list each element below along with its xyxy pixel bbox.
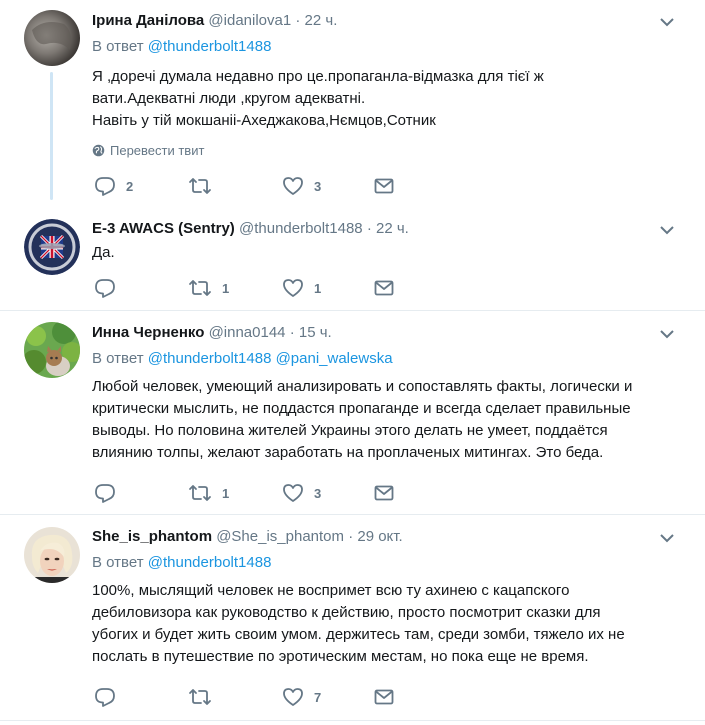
tweet-header: She_is_phantom @She_is_phantom · 29 окт.: [92, 528, 403, 545]
display-name[interactable]: Инна Черненко: [92, 324, 204, 341]
user-handle[interactable]: @She_is_phantom: [216, 528, 344, 545]
user-handle[interactable]: @idanilova1: [208, 12, 291, 29]
tweet-divider: [0, 310, 705, 311]
mention-link[interactable]: @pani_walewska: [276, 350, 393, 367]
tweet-divider: [0, 514, 705, 515]
tweet-text-line: критически мыслить, не поддастся пропага…: [92, 400, 631, 417]
tweet-header: Ірина Данілова @idanilova1 · 22 ч.: [92, 12, 337, 29]
reply-button[interactable]: [94, 483, 126, 503]
reply-prefix: В ответ: [92, 350, 144, 367]
avatar-inna[interactable]: [24, 322, 80, 378]
display-name[interactable]: She_is_phantom: [92, 528, 212, 545]
envelope-icon: [374, 178, 394, 194]
reply-button[interactable]: 2: [94, 176, 133, 196]
tweet-time[interactable]: · 22 ч.: [295, 12, 337, 29]
tweet-time[interactable]: · 29 окт.: [348, 528, 402, 545]
mention-link[interactable]: @thunderbolt1488: [148, 554, 272, 571]
like-button[interactable]: 3: [282, 176, 321, 196]
user-handle[interactable]: @inna0144: [209, 324, 286, 341]
tweet-text-line: послать в путешествие по эротическим мес…: [92, 648, 589, 665]
tweet-text-line: Любой человек, умеющий анализировать и с…: [92, 378, 633, 395]
tweet-header: E-3 AWACS (Sentry) @thunderbolt1488 · 22…: [92, 220, 409, 237]
like-count: 7: [314, 689, 322, 705]
reply-prefix: В ответ: [92, 554, 144, 571]
reply-icon: [95, 484, 115, 503]
retweet-icon: [189, 280, 211, 296]
tweet-text: Да.: [92, 242, 692, 264]
retweet-icon: [189, 689, 211, 705]
reply-icon: [95, 688, 115, 707]
tweet-text-line: Навіть у тій мокшаніі-Ахеджакова,Нємцов,…: [92, 112, 436, 129]
translate-label: Перевести твит: [110, 143, 205, 158]
chevron-down-icon[interactable]: [659, 16, 675, 28]
reply-context: В ответ @thunderbolt1488: [92, 554, 271, 571]
direct-message-button[interactable]: [374, 689, 394, 705]
tweet-time[interactable]: · 15 ч.: [290, 324, 332, 341]
display-name[interactable]: Ірина Данілова: [92, 12, 204, 29]
tweet-text-line: выводы. Но половина жителей Украины этог…: [92, 422, 608, 439]
reply-icon: [95, 279, 115, 298]
reply-context: В ответ @thunderbolt1488 @pani_walewska: [92, 350, 393, 367]
envelope-icon: [374, 689, 394, 705]
tweet-text-line: Да.: [92, 244, 115, 261]
reply-icon: [95, 177, 115, 196]
retweet-count: 1: [222, 280, 230, 296]
tweet-text-line: убогих и будет жить своим умом. держитес…: [92, 626, 625, 643]
tweet-time[interactable]: · 22 ч.: [367, 220, 409, 237]
direct-message-button[interactable]: [374, 280, 394, 296]
heart-icon: [283, 484, 303, 502]
thread-line: [50, 72, 53, 200]
retweet-icon: [189, 178, 211, 194]
tweet-text-line: вати.Адекватні люди ,кругом адекватні.: [92, 90, 366, 107]
like-button[interactable]: 1: [282, 278, 321, 298]
avatar-awacs[interactable]: [24, 219, 80, 275]
tweet-text: 100%, мыслящий человек не воспримет всю …: [92, 580, 692, 668]
retweet-count: 1: [222, 485, 230, 501]
reply-prefix: В ответ: [92, 38, 144, 55]
reply-button[interactable]: [94, 687, 126, 707]
heart-icon: [283, 688, 303, 706]
display-name[interactable]: E-3 AWACS (Sentry): [92, 220, 235, 237]
chevron-down-icon[interactable]: [659, 532, 675, 544]
like-button[interactable]: 3: [282, 483, 321, 503]
like-count: 1: [314, 280, 322, 296]
tweet-text: Я ,доречі думала недавно про це.пропаган…: [92, 66, 692, 132]
retweet-button[interactable]: 1: [188, 278, 229, 298]
mention-link[interactable]: @thunderbolt1488: [148, 350, 272, 367]
like-count: 3: [314, 178, 322, 194]
like-button[interactable]: 7: [282, 687, 321, 707]
mention-link[interactable]: @thunderbolt1488: [148, 38, 272, 55]
retweet-button[interactable]: [188, 687, 222, 707]
tweet-text-line: дебиловизора как руководство к действию,…: [92, 604, 601, 621]
tweet-header: Инна Черненко @inna0144 · 15 ч.: [92, 324, 332, 341]
direct-message-button[interactable]: [374, 485, 394, 501]
tweet-text-line: влиянию толпы, желают заработать на проп…: [92, 444, 604, 461]
tweet-text-line: Я ,доречі думала недавно про це.пропаган…: [92, 68, 544, 85]
reply-count: 2: [126, 178, 134, 194]
heart-icon: [283, 279, 303, 297]
tweet-divider: [0, 720, 705, 721]
envelope-icon: [374, 280, 394, 296]
direct-message-button[interactable]: [374, 178, 394, 194]
reply-context: В ответ @thunderbolt1488: [92, 38, 271, 55]
globe-icon: [92, 144, 105, 157]
tweet-text: Любой человек, умеющий анализировать и с…: [92, 376, 692, 464]
translate-link[interactable]: Перевести твит: [92, 143, 204, 158]
like-count: 3: [314, 485, 322, 501]
chevron-down-icon[interactable]: [659, 224, 675, 236]
retweet-button[interactable]: 1: [188, 483, 229, 503]
avatar-irina[interactable]: [24, 10, 80, 66]
avatar-she-is-phantom[interactable]: [24, 527, 80, 583]
user-handle[interactable]: @thunderbolt1488: [239, 220, 363, 237]
envelope-icon: [374, 485, 394, 501]
tweet-text-line: 100%, мыслящий человек не воспримет всю …: [92, 582, 570, 599]
heart-icon: [283, 177, 303, 195]
retweet-button[interactable]: [188, 176, 222, 196]
retweet-icon: [189, 485, 211, 501]
chevron-down-icon[interactable]: [659, 328, 675, 340]
reply-button[interactable]: [94, 278, 126, 298]
